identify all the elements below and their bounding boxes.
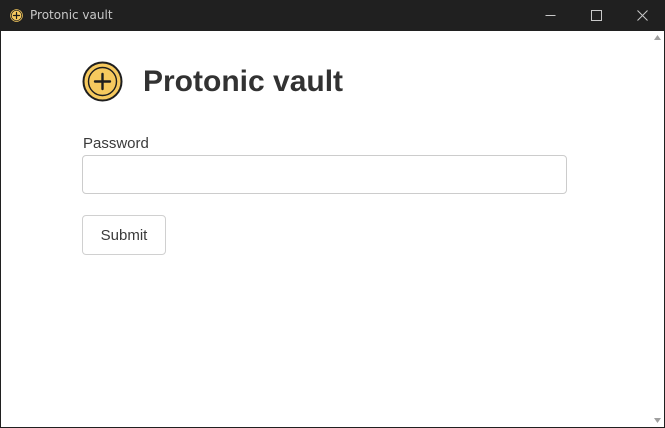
app-window: Protonic vault Protonic vault Password S… xyxy=(0,0,665,428)
minimize-button[interactable] xyxy=(527,0,573,31)
close-button[interactable] xyxy=(619,0,665,31)
vertical-scrollbar[interactable] xyxy=(651,31,664,427)
password-label: Password xyxy=(83,135,149,152)
plus-coin-icon xyxy=(82,61,123,102)
maximize-icon xyxy=(590,10,602,21)
close-icon xyxy=(636,10,648,21)
maximize-button[interactable] xyxy=(573,0,619,31)
submit-button[interactable]: Submit xyxy=(82,215,166,255)
page-title: Protonic vault xyxy=(143,65,344,98)
page-content: Protonic vault Password Submit xyxy=(1,31,664,427)
password-field[interactable] xyxy=(82,155,567,194)
title-bar[interactable]: Protonic vault xyxy=(0,0,665,31)
plus-coin-icon xyxy=(9,8,24,23)
minimize-icon xyxy=(545,15,555,16)
scroll-up-arrow-icon[interactable] xyxy=(654,35,661,40)
window-title: Protonic vault xyxy=(30,8,113,22)
scroll-down-arrow-icon[interactable] xyxy=(654,418,661,423)
